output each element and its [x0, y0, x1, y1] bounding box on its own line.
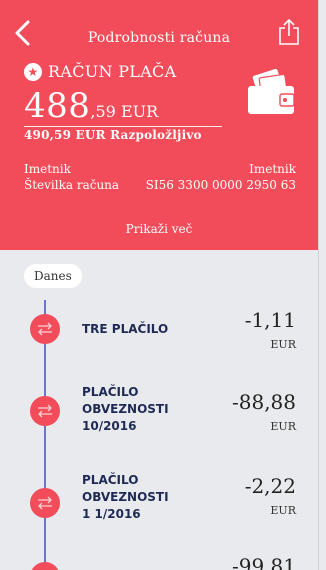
- balance-integer: 488: [24, 86, 91, 126]
- transaction-amount: -99,81: [231, 554, 296, 570]
- transaction-name: PLAČILO OBVEZNOSTI 1 1/2016: [82, 473, 169, 521]
- account-balance: 488,59 EUR: [24, 86, 158, 126]
- account-type-label: RAČUN PLAČA: [48, 62, 177, 81]
- account-header: Podrobnosti računa ★ RAČUN PLAČA 488,59 …: [0, 0, 318, 250]
- transaction-currency: EUR: [270, 504, 296, 517]
- show-more-button[interactable]: Prikaži več: [0, 222, 318, 236]
- transfer-arrows-icon: [30, 488, 60, 518]
- holder-label: Imetnik: [24, 162, 71, 176]
- transfer-arrows-icon: [30, 396, 60, 426]
- transaction-currency: EUR: [270, 338, 296, 351]
- transfer-arrows-icon: [30, 562, 60, 570]
- transaction-name: TRE PLAČILO: [82, 322, 169, 336]
- wallet-icon: [248, 68, 295, 114]
- transaction-amount: -1,11: [244, 308, 296, 332]
- balance-decimal: ,59 EUR: [90, 102, 159, 121]
- transaction-amount: -2,22: [244, 474, 296, 498]
- holder-row: Imetnik Imetnik: [24, 162, 296, 176]
- transaction-name: PLAČILO OBVEZNOSTI 10/2016: [82, 385, 169, 433]
- balance-divider: [24, 126, 222, 127]
- transaction-list: Danes TRE PLAČILO -1,11 EUR PLAČILO OBVE…: [0, 250, 318, 570]
- account-number-row: Številka računa SI56 3300 0000 2950 63: [24, 178, 296, 192]
- holder-value: Imetnik: [249, 162, 296, 176]
- share-icon[interactable]: [278, 18, 300, 46]
- transaction-amount: -88,88: [231, 390, 296, 414]
- transaction-currency: EUR: [270, 420, 296, 433]
- page-title: Podrobnosti računa: [87, 30, 231, 46]
- transfer-arrows-icon: [30, 314, 60, 344]
- account-number-label: Številka računa: [24, 178, 120, 192]
- account-type: ★ RAČUN PLAČA: [24, 62, 176, 81]
- date-chip: Danes: [24, 264, 82, 288]
- account-number-value: SI56 3300 0000 2950 63: [145, 178, 296, 192]
- available-balance: 490,59 EUR Razpoložljivo: [24, 128, 202, 142]
- phone-screen: Podrobnosti računa ★ RAČUN PLAČA 488,59 …: [0, 0, 319, 570]
- star-icon[interactable]: ★: [24, 62, 42, 81]
